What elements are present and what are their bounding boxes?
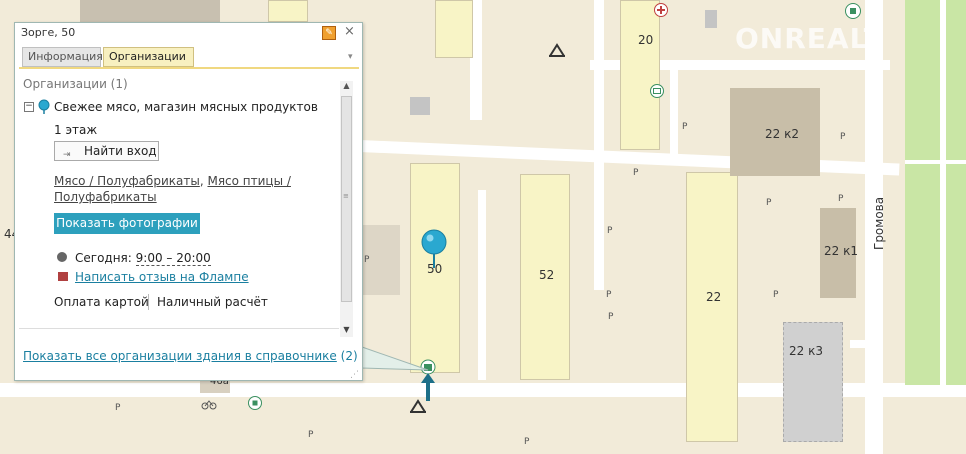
pin-icon[interactable]: ✎ bbox=[322, 26, 336, 40]
flag-icon bbox=[58, 272, 68, 281]
tab-organizations[interactable]: Организации bbox=[103, 47, 194, 67]
payment-divider bbox=[148, 294, 149, 310]
find-entrance-button[interactable]: ⇥ Найти вход bbox=[54, 141, 159, 161]
scroll-thumb[interactable]: ≡ bbox=[341, 96, 352, 302]
show-all-orgs-link[interactable]: Показать все организации здания в справо… bbox=[23, 349, 337, 363]
clock-icon bbox=[57, 252, 67, 262]
section-title: Организации (1) bbox=[23, 77, 128, 91]
find-entrance-label: Найти вход bbox=[84, 144, 157, 158]
popup-title: Зорге, 50 bbox=[21, 26, 76, 39]
building-info-popup: Зорге, 50 ✎ × Информация Организации ▾ О… bbox=[14, 22, 363, 381]
grip-icon: ≡ bbox=[343, 192, 349, 200]
payment-card: Оплата картой bbox=[54, 295, 149, 309]
tab-underline bbox=[19, 67, 359, 69]
write-review-link[interactable]: Написать отзыв на Флампе bbox=[75, 270, 249, 284]
popup-divider bbox=[19, 328, 339, 329]
scroll-up-icon[interactable]: ▲ bbox=[340, 81, 353, 93]
payment-cash: Наличный расчёт bbox=[157, 295, 268, 309]
tab-information[interactable]: Информация bbox=[22, 47, 103, 67]
floor-info: 1 этаж bbox=[54, 123, 98, 137]
location-pin-small-icon bbox=[38, 99, 50, 114]
entrance-door-icon: ⇥ bbox=[63, 150, 71, 160]
opening-hours: Сегодня: 9:00 – 20:00 bbox=[75, 251, 211, 266]
popup-scrollbar[interactable]: ▲ ≡ ▼ bbox=[340, 81, 353, 337]
category-list: Мясо / Полуфабрикаты, Мясо птицы / Полуф… bbox=[54, 174, 291, 204]
organization-name[interactable]: Свежее мясо, магазин мясных продуктов bbox=[54, 100, 318, 114]
category-link-meat[interactable]: Мясо / Полуфабрикаты bbox=[54, 174, 200, 188]
today-label: Сегодня: bbox=[75, 251, 132, 265]
close-icon[interactable]: × bbox=[344, 24, 355, 39]
scroll-down-icon[interactable]: ▼ bbox=[340, 325, 353, 337]
hours-value[interactable]: 9:00 – 20:00 bbox=[135, 251, 211, 266]
show-photos-button[interactable]: Показать фотографии bbox=[54, 213, 200, 234]
collapse-icon[interactable]: − bbox=[24, 102, 34, 112]
show-all-orgs: Показать все организации здания в справо… bbox=[23, 349, 358, 363]
show-all-count: (2) bbox=[340, 349, 358, 363]
menu-icon[interactable]: ▾ bbox=[348, 52, 353, 62]
resize-grip-icon[interactable]: ⋰ bbox=[350, 370, 359, 380]
